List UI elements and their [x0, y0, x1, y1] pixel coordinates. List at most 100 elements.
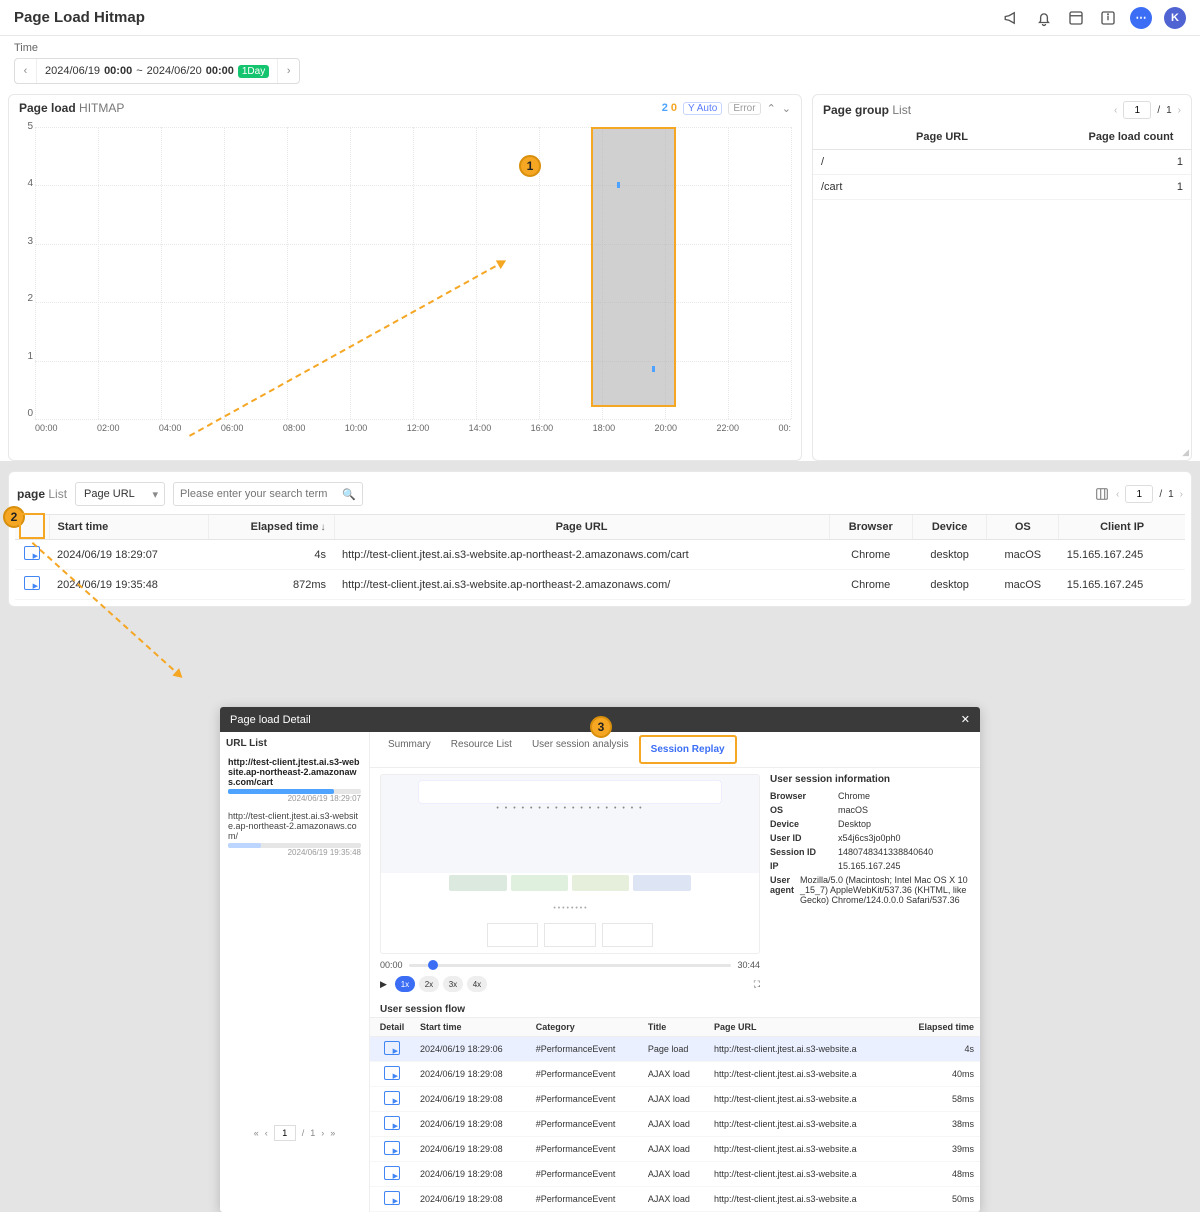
col-detail[interactable]: Detail — [370, 1018, 414, 1037]
info-icon[interactable] — [1098, 8, 1118, 28]
search-input[interactable] — [180, 488, 336, 500]
detail-icon[interactable] — [384, 1116, 400, 1130]
search-icon[interactable]: 🔍 — [342, 488, 356, 501]
avatar[interactable]: K — [1164, 7, 1186, 29]
table-row[interactable]: 2024/06/19 18:29:08#PerformanceEventAJAX… — [370, 1062, 980, 1087]
table-row[interactable]: /1 — [813, 150, 1191, 175]
replay-preview: • • • • • • • • • • • • • • • • • • • • … — [380, 774, 760, 954]
detail-icon[interactable] — [384, 1166, 400, 1180]
pager-last-icon[interactable]: » — [330, 1128, 335, 1138]
table-row[interactable]: 2024/06/19 18:29:06#PerformanceEventPage… — [370, 1037, 980, 1062]
pager-current-input[interactable] — [274, 1125, 296, 1141]
time-next-icon[interactable]: › — [277, 59, 299, 83]
tab-summary[interactable]: Summary — [378, 732, 441, 767]
col-url[interactable]: Page URL — [708, 1018, 897, 1037]
collapse-up-icon[interactable]: ⌃ — [767, 102, 776, 115]
hitmap-chart[interactable]: 5 4 3 2 1 0 00:0002:0004:0006:0008:0010:… — [9, 121, 801, 441]
resize-grip-icon[interactable]: ◢ — [1182, 447, 1189, 458]
user-session-flow-title: User session flow — [370, 998, 980, 1017]
url-list-pager[interactable]: « ‹ / 1 › » — [226, 1121, 363, 1145]
detail-icon[interactable] — [384, 1191, 400, 1205]
fullscreen-icon[interactable]: ⛶ — [754, 979, 760, 990]
sort-desc-icon: ↓ — [321, 522, 326, 533]
table-row[interactable]: 2024/06/19 18:29:08#PerformanceEventAJAX… — [370, 1087, 980, 1112]
columns-icon[interactable] — [1092, 484, 1112, 504]
col-os[interactable]: OS — [987, 515, 1059, 540]
kv-row: DeviceDesktop — [770, 817, 970, 831]
table-row[interactable]: 2024/06/19 18:29:08#PerformanceEventAJAX… — [370, 1112, 980, 1137]
tab-resource-list[interactable]: Resource List — [441, 732, 522, 767]
col-ip[interactable]: Client IP — [1059, 515, 1185, 540]
detail-icon[interactable] — [384, 1041, 400, 1055]
table-row[interactable]: 2024/06/19 18:29:08#PerformanceEventAJAX… — [370, 1137, 980, 1162]
layout-icon[interactable] — [1066, 8, 1086, 28]
callout-1: 1 — [519, 155, 541, 177]
more-menu-icon[interactable]: ⋯ — [1130, 7, 1152, 29]
col-category[interactable]: Category — [530, 1018, 642, 1037]
col-page-count[interactable]: Page load count — [1071, 125, 1191, 150]
table-row[interactable]: 2024/06/19 18:29:07 4s http://test-clien… — [15, 540, 1185, 570]
pager-current-input[interactable] — [1125, 485, 1153, 503]
page-title: Page Load Hitmap — [14, 9, 145, 26]
error-toggle[interactable]: Error — [728, 102, 760, 115]
speed-4x[interactable]: 4x — [467, 976, 487, 992]
speed-1x[interactable]: 1x — [395, 976, 415, 992]
speed-2x[interactable]: 2x — [419, 976, 439, 992]
detail-icon[interactable] — [24, 576, 40, 590]
pager-prev-icon[interactable]: ‹ — [1116, 489, 1119, 500]
col-device[interactable]: Device — [912, 515, 986, 540]
filter-field-select[interactable]: Page URL — [75, 482, 165, 506]
url-list-item[interactable]: http://test-client.jtest.ai.s3-website.a… — [226, 807, 363, 861]
page-list-pager[interactable]: ‹ / 1 › — [1116, 485, 1183, 503]
page-list-title: page List — [17, 487, 67, 501]
callout-2-box — [19, 513, 45, 539]
search-input-wrap[interactable]: 🔍 — [173, 482, 363, 506]
time-from-date: 2024/06/19 — [45, 65, 100, 77]
pager-prev-icon[interactable]: ‹ — [1114, 105, 1117, 116]
pager-prev-icon[interactable]: ‹ — [265, 1128, 268, 1138]
table-row[interactable]: 2024/06/19 19:35:48 872ms http://test-cl… — [15, 570, 1185, 600]
collapse-down-icon[interactable]: ⌄ — [782, 102, 791, 115]
hitmap-selection — [591, 127, 676, 407]
table-row[interactable]: 2024/06/19 18:29:08#PerformanceEventAJAX… — [370, 1162, 980, 1187]
pager-next-icon[interactable]: › — [321, 1128, 324, 1138]
megaphone-icon[interactable] — [1002, 8, 1022, 28]
col-elapsed[interactable]: Elapsed time↓ — [209, 515, 334, 540]
col-page-url[interactable]: Page URL — [813, 125, 1071, 150]
session-info-title: User session information — [770, 774, 970, 785]
page-group-pager[interactable]: ‹ / 1 › — [1114, 101, 1181, 119]
url-list-title: URL List — [226, 738, 363, 749]
pager-next-icon[interactable]: › — [1178, 105, 1181, 116]
detail-icon[interactable] — [384, 1066, 400, 1080]
replay-scrubber[interactable] — [409, 964, 732, 967]
speed-3x[interactable]: 3x — [443, 976, 463, 992]
table-row[interactable]: 2024/06/19 18:29:08#PerformanceEventAJAX… — [370, 1187, 980, 1212]
play-icon[interactable]: ▶ — [380, 979, 387, 990]
tab-session-replay[interactable]: Session Replay — [639, 735, 737, 764]
time-badge: 1Day — [238, 65, 269, 78]
table-row[interactable]: /cart1 — [813, 175, 1191, 200]
col-start[interactable]: Start time — [414, 1018, 530, 1037]
pager-current-input[interactable] — [1123, 101, 1151, 119]
col-title[interactable]: Title — [642, 1018, 708, 1037]
time-start: 00:00 — [380, 960, 403, 970]
detail-icon[interactable] — [384, 1141, 400, 1155]
time-range-picker[interactable]: ‹ 2024/06/19 00:00 ~ 2024/06/20 00:00 1D… — [14, 58, 300, 84]
tab-user-session-analysis[interactable]: User session analysis — [522, 732, 639, 767]
col-start-time[interactable]: Start time — [49, 515, 209, 540]
detail-icon[interactable] — [384, 1091, 400, 1105]
col-browser[interactable]: Browser — [829, 515, 912, 540]
y-auto-toggle[interactable]: Y Auto — [683, 102, 722, 115]
data-point — [652, 366, 655, 372]
kv-row: User agentMozilla/5.0 (Macintosh; Intel … — [770, 873, 970, 907]
pager-total: 1 — [1166, 105, 1172, 116]
url-list-item[interactable]: http://test-client.jtest.ai.s3-website.a… — [226, 753, 363, 807]
kv-row: BrowserChrome — [770, 789, 970, 803]
col-url[interactable]: Page URL — [334, 515, 829, 540]
pager-first-icon[interactable]: « — [254, 1128, 259, 1138]
col-elapsed[interactable]: Elapsed time — [897, 1018, 980, 1037]
close-icon[interactable]: ✕ — [961, 713, 970, 726]
pager-next-icon[interactable]: › — [1180, 489, 1183, 500]
time-prev-icon[interactable]: ‹ — [15, 59, 37, 83]
bell-icon[interactable] — [1034, 8, 1054, 28]
